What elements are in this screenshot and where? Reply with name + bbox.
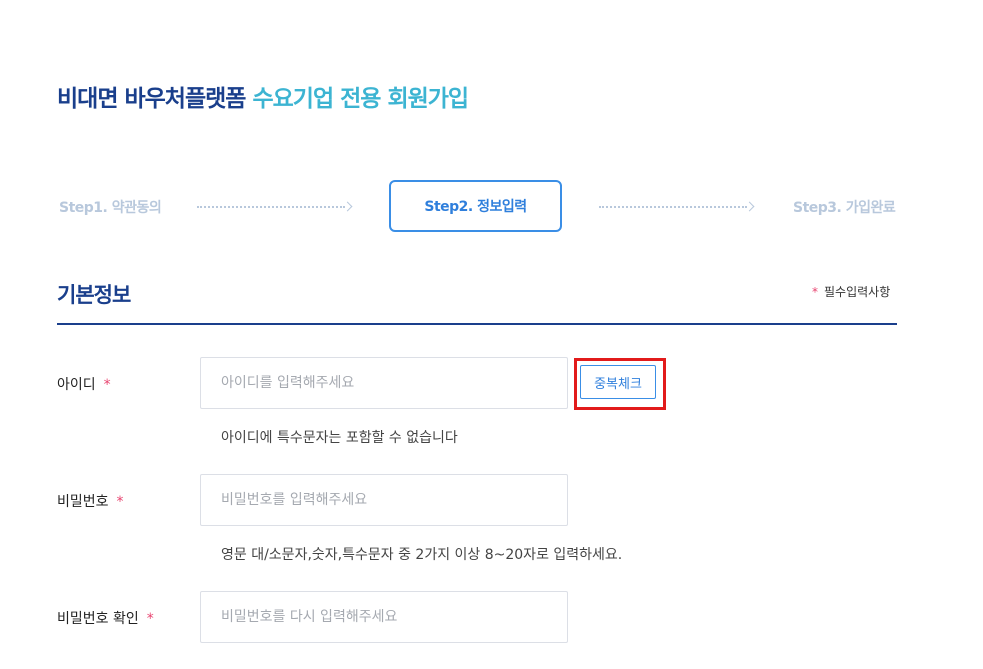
required-note-label: 필수입력사항 <box>824 285 891 299</box>
required-star-icon: * <box>146 611 154 627</box>
step-2-info-input: Step2. 정보입력 <box>389 180 562 232</box>
id-label-text: 아이디 <box>57 377 96 393</box>
page-title-main: 비대면 바우처플랫폼 <box>57 86 246 112</box>
id-input[interactable] <box>200 357 568 409</box>
step-1-terms: Step1. 약관동의 <box>59 200 162 216</box>
chevron-right-icon <box>342 201 353 212</box>
required-star-icon: * <box>103 377 111 393</box>
password-label: 비밀번호 * <box>57 491 124 511</box>
password-label-text: 비밀번호 <box>57 494 109 510</box>
required-star-icon: * <box>116 494 124 510</box>
step-connector-1 <box>197 206 345 208</box>
password-confirm-input[interactable] <box>200 591 568 643</box>
section-title-basic-info: 기본정보 <box>57 283 131 307</box>
password-input[interactable] <box>200 474 568 526</box>
page-title: 비대면 바우처플랫폼 수요기업 전용 회원가입 <box>57 83 469 115</box>
step-3-complete: Step3. 가입완료 <box>793 200 896 216</box>
id-helper-text: 아이디에 특수문자는 포함할 수 없습니다 <box>221 430 458 446</box>
id-label: 아이디 * <box>57 374 111 394</box>
section-divider <box>57 323 897 325</box>
password-confirm-label-text: 비밀번호 확인 <box>57 611 139 627</box>
chevron-right-icon <box>744 201 755 212</box>
required-star-icon: * <box>812 285 818 299</box>
password-confirm-label: 비밀번호 확인 * <box>57 608 154 628</box>
password-helper-text: 영문 대/소문자,숫자,특수문자 중 2가지 이상 8~20자로 입력하세요. <box>221 547 623 563</box>
step-connector-2 <box>599 206 747 208</box>
required-fields-note: * 필수입력사항 <box>812 283 890 300</box>
duplicate-check-button[interactable]: 중복체크 <box>580 365 656 399</box>
page-title-accent: 수요기업 전용 회원가입 <box>252 86 469 112</box>
